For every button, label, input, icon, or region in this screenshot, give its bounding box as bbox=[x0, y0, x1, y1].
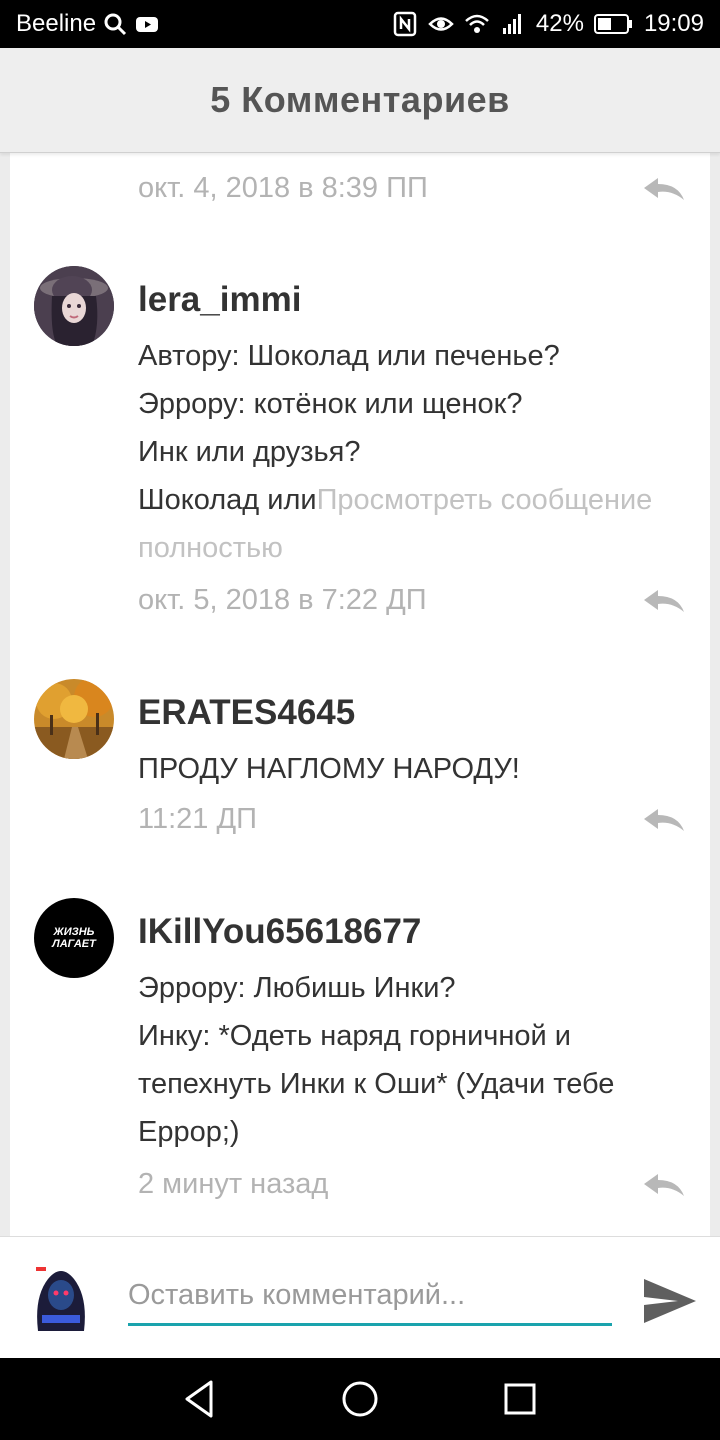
comment-line: Шоколад или bbox=[138, 484, 317, 516]
comment-input[interactable] bbox=[128, 1271, 612, 1319]
search-icon bbox=[104, 13, 127, 36]
avatar[interactable] bbox=[34, 679, 114, 759]
page-title: 5 Комментариев bbox=[210, 79, 510, 120]
comment-item: ЖИЗНЬ ЛАГАЕТ IKillYou65618677 Эррору: Лю… bbox=[10, 872, 710, 1236]
reply-icon[interactable] bbox=[640, 805, 686, 835]
comment-line: Инку: *Одеть наряд горничной и тепехнуть… bbox=[138, 1020, 615, 1148]
comment-composer bbox=[0, 1236, 720, 1359]
avatar-text: ЖИЗНЬ ЛАГАЕТ bbox=[52, 926, 96, 950]
reply-icon[interactable] bbox=[640, 586, 686, 616]
comment-author[interactable]: lera_immi bbox=[138, 280, 301, 320]
comment-time: 2 минут назад bbox=[138, 1168, 329, 1200]
comment-line: Эррору: Любишь Инки? bbox=[138, 972, 456, 1004]
comment-line: Автору: Шоколад или печенье? bbox=[138, 340, 560, 372]
comment-item: окт. 4, 2018 в 8:39 ПП bbox=[10, 152, 710, 243]
status-bar: Beeline 42% 19:09 bbox=[0, 0, 720, 48]
recents-icon[interactable] bbox=[497, 1376, 543, 1422]
avatar-image bbox=[34, 266, 114, 346]
comment-author[interactable]: ERATES4645 bbox=[138, 693, 355, 733]
comment-time: 11:21 ДП bbox=[138, 803, 257, 835]
eye-icon bbox=[428, 17, 454, 31]
back-icon[interactable] bbox=[177, 1376, 223, 1422]
youtube-icon bbox=[136, 17, 159, 32]
comment-input-wrapper bbox=[128, 1271, 612, 1326]
clock: 19:09 bbox=[643, 10, 704, 37]
avatar-image bbox=[34, 679, 114, 759]
carrier-label: Beeline bbox=[16, 10, 97, 37]
send-icon[interactable] bbox=[640, 1275, 698, 1327]
system-nav-bar bbox=[0, 1358, 720, 1440]
reply-icon[interactable] bbox=[640, 174, 686, 204]
reply-icon[interactable] bbox=[640, 1170, 686, 1200]
comment-time: окт. 5, 2018 в 7:22 ДП bbox=[138, 584, 427, 616]
comment-author[interactable]: IKillYou65618677 bbox=[138, 912, 421, 952]
signal-icon bbox=[502, 14, 521, 34]
avatar[interactable] bbox=[34, 266, 114, 346]
home-icon[interactable] bbox=[337, 1376, 383, 1422]
battery-percent: 42% bbox=[535, 10, 584, 37]
my-avatar bbox=[30, 1261, 92, 1331]
avatar[interactable]: ЖИЗНЬ ЛАГАЕТ bbox=[34, 898, 114, 978]
nfc-icon bbox=[393, 11, 417, 37]
battery-icon bbox=[593, 14, 632, 34]
comment-line: Эррору: котёнок или щенок? bbox=[138, 388, 523, 420]
comment-item: ERATES4645 ПРОДУ НАГЛОМУ НАРОДУ! 11:21 Д… bbox=[10, 653, 710, 873]
comment-time: окт. 4, 2018 в 8:39 ПП bbox=[138, 172, 428, 204]
wifi-icon bbox=[465, 14, 489, 33]
comment-item: lera_immi Автору: Шоколад или печенье? Э… bbox=[10, 242, 710, 654]
comment-line: Инк или друзья? bbox=[138, 436, 361, 468]
comment-text: ПРОДУ НАГЛОМУ НАРОДУ! bbox=[138, 753, 520, 785]
comment-text: Автору: Шоколад или печенье? Эррору: кот… bbox=[138, 332, 688, 572]
app-header: 5 Комментариев bbox=[0, 48, 720, 153]
comment-list[interactable]: окт. 4, 2018 в 8:39 ПП lera_immi Автору:… bbox=[10, 152, 710, 1236]
comment-text: Эррору: Любишь Инки? Инку: *Одеть наряд … bbox=[138, 964, 688, 1156]
